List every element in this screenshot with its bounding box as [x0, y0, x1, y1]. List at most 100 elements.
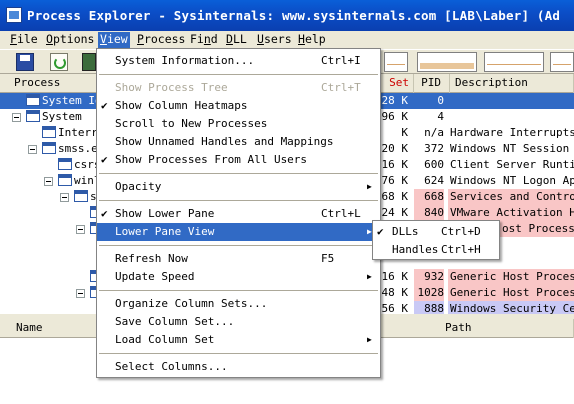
menu-item-label: Show Unnamed Handles and Mappings	[115, 135, 334, 148]
menu-item-label: Show Lower Pane	[115, 207, 215, 220]
menu-item-update-speed[interactable]: Update Speed ▶	[97, 268, 380, 286]
menu-item-save-column-set[interactable]: Save Column Set...	[97, 313, 380, 331]
description: Generic Host Process	[448, 285, 574, 301]
working-set: 24 K	[381, 206, 409, 219]
menu-item-show-processes-all-users[interactable]: ✔ Show Processes From All Users	[97, 151, 380, 169]
collapse-icon[interactable]	[28, 145, 37, 154]
save-icon[interactable]	[16, 53, 34, 71]
physical-memory-graph[interactable]	[550, 52, 574, 72]
menu-item-label: Handles	[392, 243, 439, 256]
menu-separator	[99, 290, 378, 291]
process-icon	[26, 94, 40, 106]
menu-process[interactable]: Process	[135, 32, 187, 48]
menu-dll[interactable]: DLL	[224, 32, 249, 48]
menu-item-show-process-tree[interactable]: Show Process Tree Ctrl+T	[97, 79, 380, 97]
menu-help[interactable]: Help	[296, 32, 328, 48]
menu-file[interactable]: File	[8, 32, 40, 48]
title-bar[interactable]: Process Explorer - Sysinternals: www.sys…	[0, 0, 574, 31]
menu-item-select-columns[interactable]: Select Columns...	[97, 358, 380, 376]
working-set: 16 K	[381, 270, 409, 283]
pid: 1028	[414, 285, 444, 301]
menu-separator	[99, 74, 378, 75]
menu-separator	[99, 200, 378, 201]
menu-item-show-lower-pane[interactable]: ✔ Show Lower Pane Ctrl+L	[97, 205, 380, 223]
column-header-name[interactable]: Name	[0, 319, 100, 338]
column-header-working-set[interactable]: Set	[380, 74, 414, 93]
lower-pane-view-submenu: ✔ DLLs Ctrl+D Handles Ctrl+H	[372, 220, 500, 260]
working-set: 96 K	[381, 110, 409, 123]
checkmark-icon: ✔	[101, 99, 108, 112]
pid: 888	[414, 301, 444, 314]
io-graph[interactable]	[484, 52, 544, 72]
menu-item-label: Scroll to New Processes	[115, 117, 268, 130]
pid: n/a	[424, 126, 444, 139]
menu-item-label: Update Speed	[115, 270, 195, 283]
menu-item-label: Organize Column Sets...	[115, 297, 268, 310]
menu-bar: File Options View Process Find DLL Users…	[0, 31, 574, 49]
submenu-arrow-icon: ▶	[367, 335, 372, 344]
pid: 624	[424, 174, 444, 187]
collapse-icon[interactable]	[76, 289, 85, 298]
commit-graph[interactable]	[417, 52, 477, 72]
pid: 840	[414, 205, 444, 221]
collapse-icon[interactable]	[44, 177, 53, 186]
submenu-item-dlls[interactable]: ✔ DLLs Ctrl+D	[373, 223, 499, 241]
refresh-icon[interactable]	[50, 53, 68, 71]
menu-users[interactable]: Users	[255, 32, 294, 48]
menu-item-opacity[interactable]: Opacity ▶	[97, 178, 380, 196]
menu-item-label: Opacity	[115, 180, 162, 193]
working-set: 20 K	[381, 142, 409, 155]
description: Client Server Runtime	[450, 158, 574, 171]
description: ost Process	[500, 221, 574, 237]
column-header-process[interactable]: Process	[0, 74, 100, 93]
menu-item-label: Refresh Now	[115, 252, 188, 265]
menu-item-lower-pane-view[interactable]: Lower Pane View ▶	[97, 223, 380, 241]
working-set: 28 K	[381, 94, 409, 107]
menu-item-load-column-set[interactable]: Load Column Set ▶	[97, 331, 380, 349]
working-set: K	[401, 126, 408, 139]
submenu-arrow-icon: ▶	[367, 272, 372, 281]
working-set: 76 K	[381, 174, 409, 187]
checkmark-icon: ✔	[101, 153, 108, 166]
collapse-icon[interactable]	[60, 193, 69, 202]
menu-item-shortcut: Ctrl+L	[321, 207, 361, 220]
working-set: 68 K	[381, 190, 409, 203]
process-icon	[26, 110, 40, 122]
menu-item-label: Show Processes From All Users	[115, 153, 308, 166]
menu-item-label: Show Process Tree	[115, 81, 228, 94]
collapse-icon[interactable]	[12, 113, 21, 122]
menu-item-organize-column-sets[interactable]: Organize Column Sets...	[97, 295, 380, 313]
menu-item-system-information[interactable]: System Information... Ctrl+I	[97, 52, 380, 70]
description: Services and Controll	[448, 189, 574, 205]
menu-item-shortcut: Ctrl+I	[321, 54, 361, 67]
column-header-description[interactable]: Description	[450, 74, 574, 93]
process-explorer-icon	[6, 7, 22, 23]
menu-item-scroll-to-new-processes[interactable]: Scroll to New Processes	[97, 115, 380, 133]
menu-item-label: System Information...	[115, 54, 255, 67]
menu-item-label: Save Column Set...	[115, 315, 235, 328]
collapse-icon[interactable]	[76, 225, 85, 234]
pid: 600	[424, 158, 444, 171]
menu-separator	[99, 353, 378, 354]
menu-options[interactable]: Options	[44, 32, 96, 48]
view-menu: System Information... Ctrl+I Show Proces…	[96, 48, 381, 378]
menu-find[interactable]: Find	[188, 32, 220, 48]
pid: 372	[424, 142, 444, 155]
menu-separator	[99, 245, 378, 246]
submenu-item-handles[interactable]: Handles Ctrl+H	[373, 241, 499, 259]
menu-item-show-unnamed-handles[interactable]: Show Unnamed Handles and Mappings	[97, 133, 380, 151]
menu-view[interactable]: View	[98, 32, 130, 48]
working-set: 16 K	[381, 158, 409, 171]
description: Windows NT Session Ma	[450, 142, 574, 155]
menu-item-shortcut: Ctrl+H	[441, 243, 481, 256]
menu-item-label: Lower Pane View	[115, 225, 215, 238]
system-info-icon[interactable]	[82, 53, 96, 71]
cpu-graph[interactable]	[384, 52, 408, 72]
column-header-pid[interactable]: PID	[414, 74, 450, 93]
checkmark-icon: ✔	[101, 207, 108, 220]
menu-item-show-column-heatmaps[interactable]: ✔ Show Column Heatmaps	[97, 97, 380, 115]
pid: 0	[437, 94, 444, 107]
menu-item-refresh-now[interactable]: Refresh Now F5	[97, 250, 380, 268]
column-header-path[interactable]: Path	[380, 319, 574, 338]
menu-item-shortcut: F5	[321, 252, 335, 265]
